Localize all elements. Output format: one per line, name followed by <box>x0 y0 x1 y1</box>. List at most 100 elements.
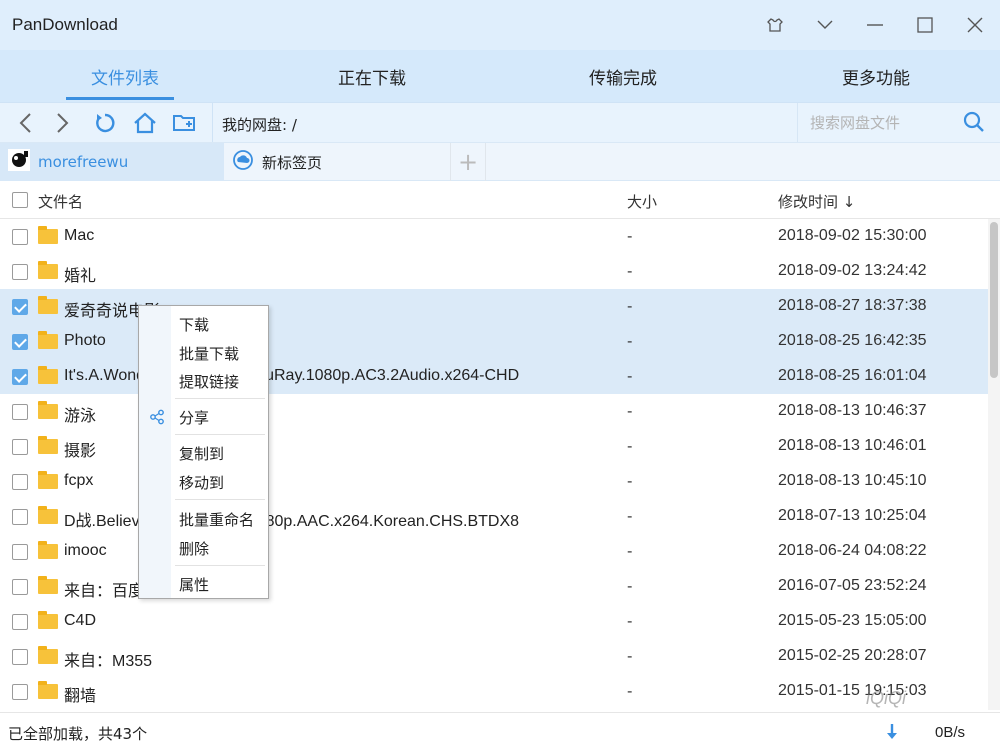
file-name[interactable]: 来自：百度 <box>64 577 144 601</box>
row-checkbox[interactable] <box>12 579 28 595</box>
row-checkbox[interactable] <box>12 509 28 525</box>
app-title: PanDownload <box>12 15 118 34</box>
minimize-icon[interactable] <box>860 10 890 40</box>
row-checkbox[interactable] <box>12 264 28 280</box>
forward-icon[interactable] <box>48 108 78 138</box>
row-checkbox[interactable] <box>12 474 28 490</box>
download-speed: 0B/s <box>935 724 966 741</box>
toolbar: 我的网盘: / <box>0 102 1000 143</box>
file-mtime: 2018-08-13 10:46:01 <box>778 437 927 454</box>
drive-tab-morefreewu[interactable]: morefreewu <box>0 143 224 181</box>
row-checkbox[interactable] <box>12 369 28 385</box>
tab-more-features[interactable]: 更多功能 <box>751 50 1000 102</box>
row-checkbox[interactable] <box>12 299 28 315</box>
table-row[interactable]: C4D - 2015-05-23 15:05:00 <box>0 604 988 639</box>
file-mtime: 2015-02-25 20:28:07 <box>778 647 927 664</box>
menu-item[interactable]: 提取链接 <box>179 371 239 392</box>
file-name[interactable]: 游泳 <box>64 402 96 426</box>
menu-item[interactable]: 删除 <box>179 538 209 559</box>
menu-item[interactable]: 批量重命名 <box>179 509 254 530</box>
table-row[interactable]: 来自：M355 - 2015-02-25 20:28:07 <box>0 639 988 674</box>
chevron-down-icon[interactable] <box>810 10 840 40</box>
refresh-icon[interactable] <box>90 108 120 138</box>
add-tab-icon[interactable]: + <box>450 143 486 181</box>
divider <box>212 103 213 143</box>
select-all-checkbox[interactable] <box>12 192 28 208</box>
home-icon[interactable] <box>130 108 160 138</box>
menu-item[interactable]: 下载 <box>179 314 209 335</box>
header-size[interactable]: 大小 <box>627 191 657 212</box>
folder-icon <box>38 331 58 349</box>
tab-downloading[interactable]: 正在下载 <box>247 50 497 102</box>
file-mtime: 2015-05-23 15:05:00 <box>778 612 927 629</box>
table-row[interactable]: 婚礼 - 2018-09-02 13:24:42 <box>0 254 988 289</box>
context-menu: 下载批量下载提取链接分享复制到移动到批量重命名删除属性 <box>138 305 269 599</box>
cloud-icon <box>232 149 254 175</box>
drive-tab-new[interactable]: 新标签页 <box>224 143 450 181</box>
file-name[interactable]: D战.Believe.2007.BluRay.1080p.AAC.x264.Ko… <box>64 507 519 531</box>
main-tabs: 文件列表 正在下载 传输完成 更多功能 <box>0 50 1000 102</box>
file-name[interactable]: C4D <box>64 612 96 630</box>
status-text: 已全部加载，共43个 <box>8 725 148 743</box>
table-row[interactable]: Mac - 2018-09-02 15:30:00 <box>0 219 988 254</box>
folder-icon <box>38 401 58 419</box>
menu-item[interactable]: 复制到 <box>179 443 224 464</box>
breadcrumb[interactable]: 我的网盘: / <box>222 114 297 135</box>
file-mtime: 2018-09-02 13:24:42 <box>778 262 927 279</box>
row-checkbox[interactable] <box>12 544 28 560</box>
menu-item[interactable]: 属性 <box>179 574 209 595</box>
file-size: - <box>627 297 633 315</box>
header-mtime[interactable]: 修改时间 ↓ <box>778 191 855 212</box>
folder-icon <box>38 576 58 594</box>
row-checkbox[interactable] <box>12 404 28 420</box>
file-name[interactable]: It's.A.Wonderful.Life.1946.BluRay.1080p.… <box>64 367 519 385</box>
row-checkbox[interactable] <box>12 614 28 630</box>
maximize-icon[interactable] <box>910 10 940 40</box>
header-name[interactable]: 文件名 <box>38 191 83 212</box>
close-icon[interactable] <box>960 10 990 40</box>
row-checkbox[interactable] <box>12 334 28 350</box>
search-icon[interactable] <box>962 110 988 136</box>
folder-icon <box>38 646 58 664</box>
file-name[interactable]: 翻墙 <box>64 682 96 706</box>
file-size: - <box>627 227 633 245</box>
file-name[interactable]: fcpx <box>64 472 93 490</box>
menu-separator <box>175 565 265 566</box>
file-name[interactable]: imooc <box>64 542 107 560</box>
row-checkbox[interactable] <box>12 684 28 700</box>
file-name[interactable]: Photo <box>64 332 106 350</box>
file-mtime: 2018-07-13 10:25:04 <box>778 507 927 524</box>
drive-tabs: morefreewu 新标签页 + <box>0 142 1000 181</box>
skin-icon[interactable] <box>760 10 790 40</box>
menu-item[interactable]: 移动到 <box>179 472 224 493</box>
menu-separator <box>175 434 265 435</box>
row-checkbox[interactable] <box>12 649 28 665</box>
file-mtime: 2018-08-13 10:46:37 <box>778 402 927 419</box>
menu-item[interactable]: 批量下载 <box>179 343 239 364</box>
file-size: - <box>627 437 633 455</box>
row-checkbox[interactable] <box>12 229 28 245</box>
file-name[interactable]: 来自：M355 <box>64 647 152 671</box>
menu-separator <box>175 499 265 500</box>
file-mtime: 2018-06-24 04:08:22 <box>778 542 927 559</box>
folder-icon <box>38 436 58 454</box>
tab-completed[interactable]: 传输完成 <box>498 50 748 102</box>
scrollbar-thumb[interactable] <box>990 222 998 378</box>
row-checkbox[interactable] <box>12 439 28 455</box>
search-input[interactable] <box>810 111 960 135</box>
new-folder-icon[interactable] <box>170 108 200 138</box>
table-row[interactable]: 翻墙 -2015-01-15 19:15:03 <box>0 674 988 709</box>
avatar <box>8 149 30 175</box>
folder-icon <box>38 611 58 629</box>
back-icon[interactable] <box>10 108 40 138</box>
file-name[interactable]: 摄影 <box>64 437 96 461</box>
tab-file-list[interactable]: 文件列表 <box>0 50 250 102</box>
file-name[interactable]: Mac <box>64 227 94 245</box>
menu-separator <box>175 398 265 399</box>
file-size: - <box>627 507 633 525</box>
title-bar: PanDownload <box>0 0 1000 50</box>
menu-item[interactable]: 分享 <box>179 407 209 428</box>
search-box <box>797 103 1000 143</box>
folder-icon <box>38 296 58 314</box>
file-name[interactable]: 婚礼 <box>64 262 96 286</box>
